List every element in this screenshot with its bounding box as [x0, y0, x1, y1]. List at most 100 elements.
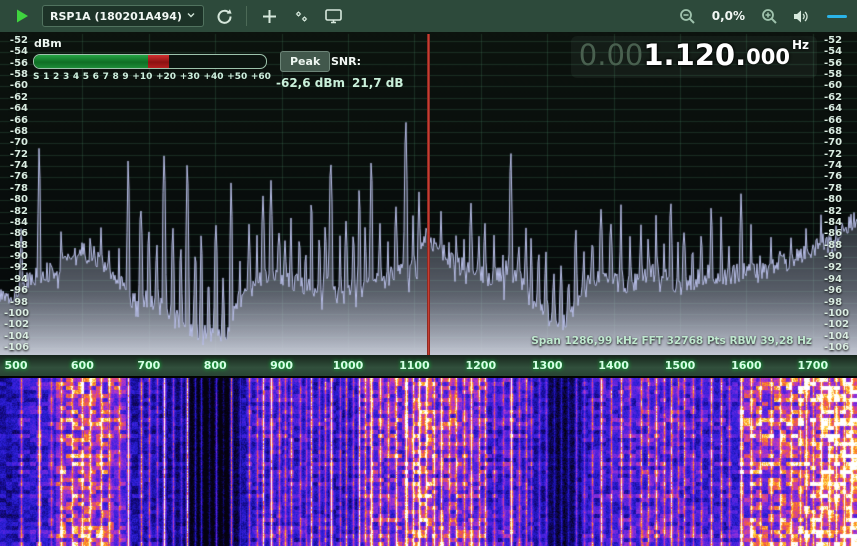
y-axis-label: -58: [824, 69, 852, 80]
y-axis-label: -78: [824, 183, 852, 194]
y-axis-label: -56: [4, 58, 28, 69]
y-axis-label: -56: [824, 58, 852, 69]
y-axis-label: -92: [4, 262, 28, 273]
x-axis-label: 1700: [797, 359, 828, 372]
y-axis-label: -76: [824, 171, 852, 182]
s-meter-scale-label: +50: [227, 72, 247, 82]
x-axis-label: 1500: [665, 359, 696, 372]
y-axis-label: -76: [4, 171, 28, 182]
dbm-unit-label: dBm: [34, 37, 62, 50]
speaker-icon: [793, 9, 810, 24]
marker-line[interactable]: [427, 34, 430, 355]
device-select-value: RSP1A (180201A494): [50, 10, 182, 23]
y-axis-label: -66: [824, 115, 852, 126]
frequency-main-digits: 1.120.: [643, 38, 746, 72]
s-meter-scale-label: +30: [180, 72, 200, 82]
s-meter-scale-label: 9: [122, 72, 128, 82]
status-readout: Span 1286,99 kHz FFT 32768 Pts RBW 39,28…: [531, 335, 812, 347]
y-axis-label: -70: [4, 137, 28, 148]
s-meter-scale-label: 7: [103, 72, 109, 82]
plus-icon: [262, 9, 277, 24]
y-axis-label: -64: [4, 103, 28, 114]
y-axis-label: -96: [4, 285, 28, 296]
add-device-button[interactable]: [257, 4, 281, 28]
s-meter-scale-label: 6: [93, 72, 99, 82]
toolbar-separator: [246, 6, 247, 26]
s-meter-scale-label: 2: [53, 72, 59, 82]
y-axis-label: -102: [4, 319, 28, 330]
frequency-display[interactable]: 0.00 1.120. 000 Hz: [571, 36, 817, 78]
volume-slider[interactable]: [827, 15, 847, 18]
y-axis-label: -52: [4, 35, 28, 46]
y-axis-label: -62: [824, 92, 852, 103]
s-meter-red-segment: [148, 55, 169, 68]
chevron-down-icon: [186, 10, 196, 23]
peak-button[interactable]: Peak: [280, 51, 330, 72]
y-axis-label: -84: [4, 217, 28, 228]
power-readout: -62,6 dBm: [276, 76, 345, 90]
device-select[interactable]: RSP1A (180201A494): [42, 5, 204, 27]
frequency-unit: Hz: [792, 38, 809, 52]
x-axis-label: 1400: [598, 359, 629, 372]
frequency-small-digits: 000: [746, 38, 790, 76]
y-axis-label: -74: [4, 160, 28, 171]
x-axis-label: 1000: [333, 359, 364, 372]
y-axis-label: -70: [824, 137, 852, 148]
y-axis-label: -78: [4, 183, 28, 194]
s-meter-scale-label: 1: [43, 72, 49, 82]
x-axis-label: 1600: [731, 359, 762, 372]
y-axis-label: -62: [4, 92, 28, 103]
s-meter-green-segment: [34, 55, 148, 68]
y-axis-label: -90: [4, 251, 28, 262]
y-axis-label: -60: [4, 80, 28, 91]
s-meter-scale-label: +60: [251, 72, 271, 82]
s-meter-scale-label: S: [33, 72, 39, 82]
y-axis-label: -92: [824, 262, 852, 273]
zoom-in-button[interactable]: [757, 4, 781, 28]
zoom-level: 0,0%: [712, 9, 745, 23]
refresh-button[interactable]: [212, 4, 236, 28]
mute-button[interactable]: [789, 4, 813, 28]
x-axis-label: 1200: [465, 359, 496, 372]
waterfall-panel: [0, 378, 857, 546]
y-axis-label: -68: [4, 126, 28, 137]
y-axis-label: -54: [824, 46, 852, 57]
s-meter-scale-label: 8: [112, 72, 118, 82]
y-axis-label: -82: [4, 206, 28, 217]
y-axis-label: -68: [824, 126, 852, 137]
y-axis-label: -80: [824, 194, 852, 205]
x-axis-label: 1300: [532, 359, 563, 372]
spectrum-panel: dBm S123456789+10+20+30+40+50+60 Peak SN…: [0, 32, 857, 355]
y-axis-label: -100: [4, 308, 28, 319]
gears-icon: [293, 8, 310, 25]
y-axis-label: -104: [824, 331, 852, 342]
start-button[interactable]: [10, 4, 34, 28]
y-axis-label: -84: [824, 217, 852, 228]
y-axis-label: -100: [824, 308, 852, 319]
zoom-out-icon: [679, 8, 696, 25]
y-axis-label: -74: [824, 160, 852, 171]
y-axis-label: -102: [824, 319, 852, 330]
refresh-icon: [216, 8, 233, 25]
x-axis-label: 700: [137, 359, 160, 372]
settings-button[interactable]: [289, 4, 313, 28]
y-axis-label: -106: [4, 342, 28, 353]
zoom-out-button[interactable]: [676, 4, 700, 28]
zoom-in-icon: [761, 8, 778, 25]
y-axis-label: -106: [824, 342, 852, 353]
y-axis-label: -94: [4, 274, 28, 285]
y-axis-label: -86: [824, 228, 852, 239]
y-axis-label: -58: [4, 69, 28, 80]
y-axis-label: -72: [824, 149, 852, 160]
y-axis-label: -64: [824, 103, 852, 114]
y-axis-label: -54: [4, 46, 28, 57]
waterfall-canvas[interactable]: [0, 378, 857, 546]
y-axis-label: -60: [824, 80, 852, 91]
x-axis-label: 900: [270, 359, 293, 372]
snr-label: SNR:: [331, 55, 361, 68]
y-axis-label: -66: [4, 115, 28, 126]
y-axis-label: -80: [4, 194, 28, 205]
s-meter-scale: S123456789+10+20+30+40+50+60: [33, 72, 271, 82]
monitor-icon: [325, 9, 342, 24]
display-button[interactable]: [321, 4, 345, 28]
